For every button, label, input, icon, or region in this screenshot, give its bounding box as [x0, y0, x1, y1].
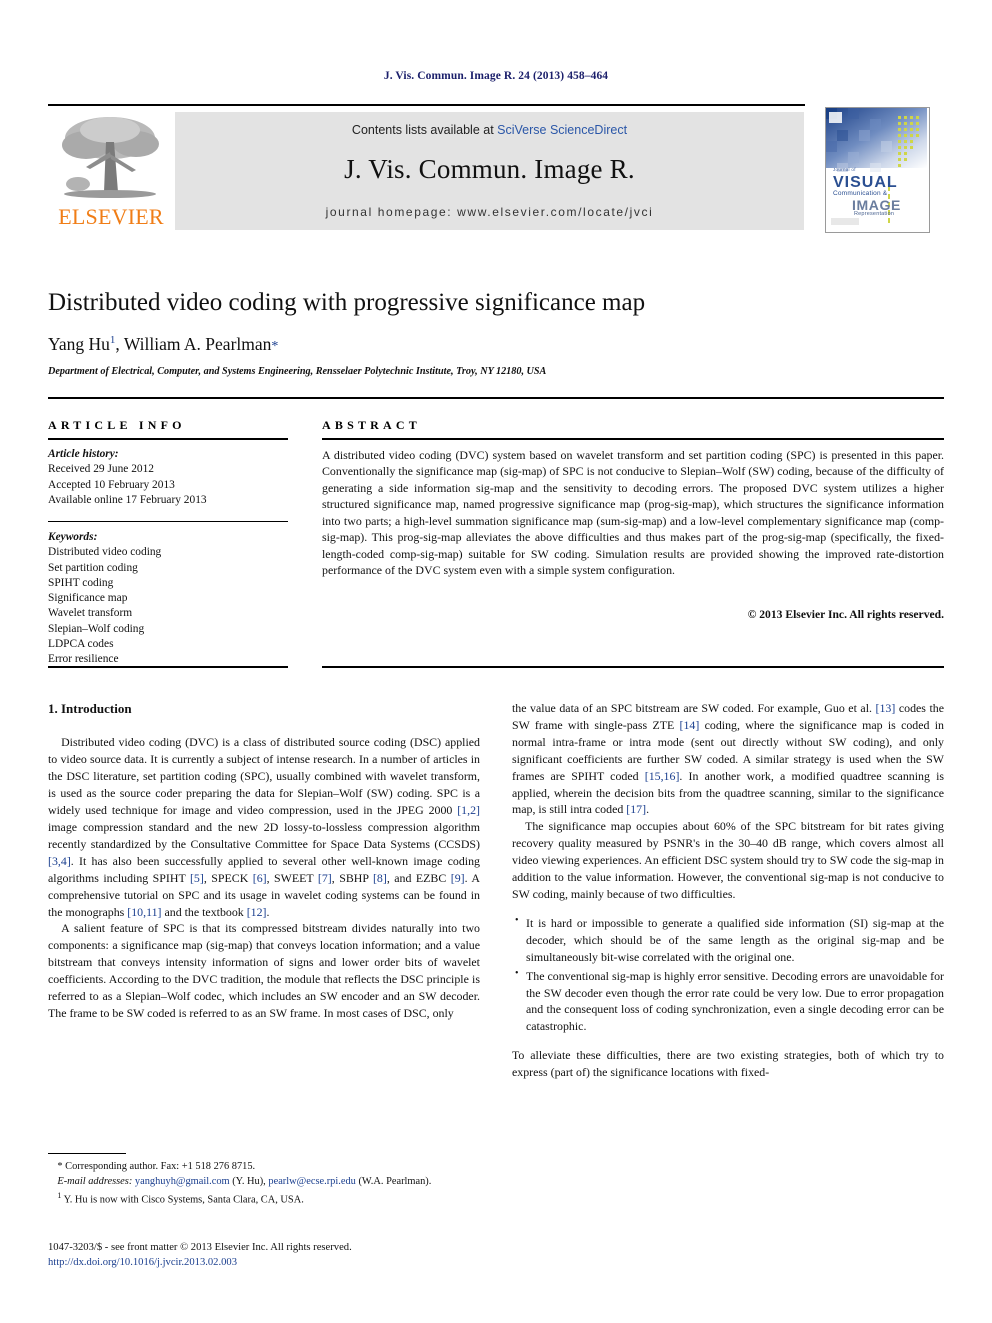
abstract-heading-rule [322, 438, 944, 440]
keywords-block: Keywords: Distributed video coding Set p… [48, 530, 298, 668]
article-info-label: ARTICLE INFO [48, 418, 186, 432]
paragraph-text: image compression standard and the new 2… [48, 819, 480, 851]
author-name-2: William A. Pearlman [123, 334, 272, 354]
cover-representation-word: Representation [854, 211, 895, 217]
keyword-item: SPIHT coding [48, 576, 114, 589]
sciencedirect-link[interactable]: SciVerse ScienceDirect [497, 123, 627, 137]
copyright-line: © 2013 Elsevier Inc. All rights reserved… [747, 608, 944, 621]
email-link-2[interactable]: pearlw@ecse.rpi.edu [268, 1176, 355, 1187]
elsevier-tree-icon [62, 117, 159, 198]
running-head: J. Vis. Commun. Image R. 24 (2013) 458–4… [383, 70, 609, 82]
keywords-divider-rule [48, 521, 288, 523]
corresponding-author-text: Corresponding author. Fax: +1 518 276 87… [62, 1161, 256, 1172]
email-addresses-note: E-mail addresses: yanghuyh@gmail.com (Y.… [48, 1175, 480, 1190]
author-list: Yang Hu1, William A. Pearlman* [48, 334, 279, 354]
abstract-bottom-rule [322, 666, 944, 668]
citation-ref[interactable]: [7] [318, 871, 332, 885]
citation-ref[interactable]: [5] [190, 871, 204, 885]
article-history-block: Article history: Received 29 June 2012 A… [48, 447, 298, 508]
paragraph-text: Distributed video coding (DVC) is a clas… [48, 735, 480, 818]
citation-ref[interactable]: [1,2] [457, 803, 480, 817]
paragraph: A salient feature of SPC is that its com… [48, 921, 480, 1020]
journal-homepage-link[interactable]: journal homepage: www.elsevier.com/locat… [175, 205, 804, 219]
citation-ref[interactable]: [13] [876, 701, 896, 715]
info-section-top-rule [48, 397, 944, 399]
article-history-heading: Article history: [48, 448, 119, 460]
paragraph: The significance map occupies about 60% … [512, 819, 944, 901]
citation-ref[interactable]: [10,11] [127, 905, 161, 919]
citation-ref[interactable]: [3,4] [48, 854, 71, 868]
paragraph: To alleviate these difficulties, there a… [512, 1048, 944, 1080]
keywords-heading: Keywords: [48, 531, 98, 543]
elsevier-logo: ELSEVIER [52, 112, 170, 230]
abstract-label: ABSTRACT [322, 418, 421, 432]
email-link-1[interactable]: yanghuyh@gmail.com [135, 1176, 230, 1187]
footnotes-block: * Corresponding author. Fax: +1 518 276 … [48, 1160, 480, 1208]
list-item: It is hard or impossible to generate a q… [515, 914, 944, 966]
issn-copyright-line: 1047-3203/$ - see front matter © 2013 El… [48, 1242, 352, 1253]
article-history-received: Received 29 June 2012 [48, 463, 154, 476]
author-1-footnote-marker[interactable]: 1 [110, 334, 116, 346]
difficulties-list: It is hard or impossible to generate a q… [512, 914, 944, 1036]
abstract-text: A distributed video coding (DVC) system … [322, 448, 944, 577]
affiliation: Department of Electrical, Computer, and … [48, 366, 547, 377]
paragraph-text: and the textbook [161, 904, 247, 919]
paragraph-text: , SBHP [331, 870, 373, 885]
article-history-accepted: Accepted 10 February 2013 [48, 478, 175, 491]
keyword-item: Significance map [48, 592, 128, 605]
paper-page: J. Vis. Commun. Image R. 24 (2013) 458–4… [0, 0, 992, 1323]
email-owner-1: (Y. Hu), [229, 1175, 269, 1187]
contents-prefix: Contents lists available at [351, 123, 498, 137]
paragraph-text: the value data of an SPC bitstream are S… [512, 701, 876, 715]
citation-ref[interactable]: [17] [626, 802, 646, 816]
email-addresses-label: E-mail addresses: [57, 1175, 133, 1187]
keyword-item: Slepian–Wolf coding [48, 622, 145, 635]
keyword-item: Distributed video coding [48, 546, 162, 559]
keyword-item: Error resilience [48, 653, 119, 666]
footnote-1-text: Y. Hu is now with Cisco Systems, Santa C… [61, 1194, 304, 1205]
email-owner-2: (W.A. Pearlman). [355, 1175, 432, 1187]
footnote-rule [48, 1153, 126, 1155]
body-column-left: 1. Introduction Distributed video coding… [48, 700, 480, 1022]
masthead-top-rule [48, 104, 805, 107]
imprint-block: 1047-3203/$ - see front matter © 2013 El… [48, 1240, 518, 1271]
journal-title: J. Vis. Commun. Image R. [344, 154, 635, 184]
keyword-item: Wavelet transform [48, 607, 133, 620]
contents-available-line: Contents lists available at SciVerse Sci… [175, 123, 804, 137]
article-history-available: Available online 17 February 2013 [48, 493, 207, 506]
paragraph-text: , SWEET [266, 870, 318, 885]
cover-image-word: IMAGE [852, 197, 901, 213]
cover-visual-word: VISUAL [833, 174, 898, 191]
author-present-address-note: 1 Y. Hu is now with Cisco Systems, Santa… [48, 1190, 480, 1208]
doi-link[interactable]: http://dx.doi.org/10.1016/j.jvcir.2013.0… [48, 1255, 518, 1270]
corresponding-author-note: * Corresponding author. Fax: +1 518 276 … [48, 1160, 480, 1175]
citation-ref[interactable]: [15,16] [645, 769, 680, 783]
article-info-heading-rule [48, 438, 288, 440]
body-column-right: the value data of an SPC bitstream are S… [512, 700, 944, 1081]
author-name-1: Yang Hu [48, 334, 110, 354]
citation-ref[interactable]: [12] [247, 905, 267, 919]
masthead-band: Contents lists available at SciVerse Sci… [175, 112, 804, 230]
citation-ref[interactable]: [8] [373, 871, 387, 885]
keyword-item: LDPCA codes [48, 637, 114, 650]
paragraph-text: , and EZBC [386, 870, 451, 885]
list-item: The conventional sig-map is highly error… [515, 967, 944, 1036]
journal-cover-thumbnail: Journal of VISUAL Communication & IMAGE … [825, 107, 930, 233]
paragraph: the value data of an SPC bitstream are S… [512, 700, 944, 818]
citation-ref[interactable]: [6] [253, 871, 267, 885]
citation-ref[interactable]: [14] [680, 718, 700, 732]
section-heading-introduction: 1. Introduction [48, 701, 132, 716]
paragraph-text: , SPECK [203, 870, 253, 885]
elsevier-wordmark: ELSEVIER [58, 204, 164, 229]
corresponding-author-marker[interactable]: * [271, 339, 278, 354]
citation-ref[interactable]: [9] [451, 871, 465, 885]
paragraph-text: . [266, 904, 270, 919]
cover-journal-of: Journal of [833, 167, 856, 172]
page-title: Distributed video coding with progressiv… [48, 289, 646, 316]
keyword-item: Set partition coding [48, 561, 138, 574]
paragraph-text: . [646, 802, 650, 817]
paragraph: Distributed video coding (DVC) is a clas… [48, 734, 480, 920]
